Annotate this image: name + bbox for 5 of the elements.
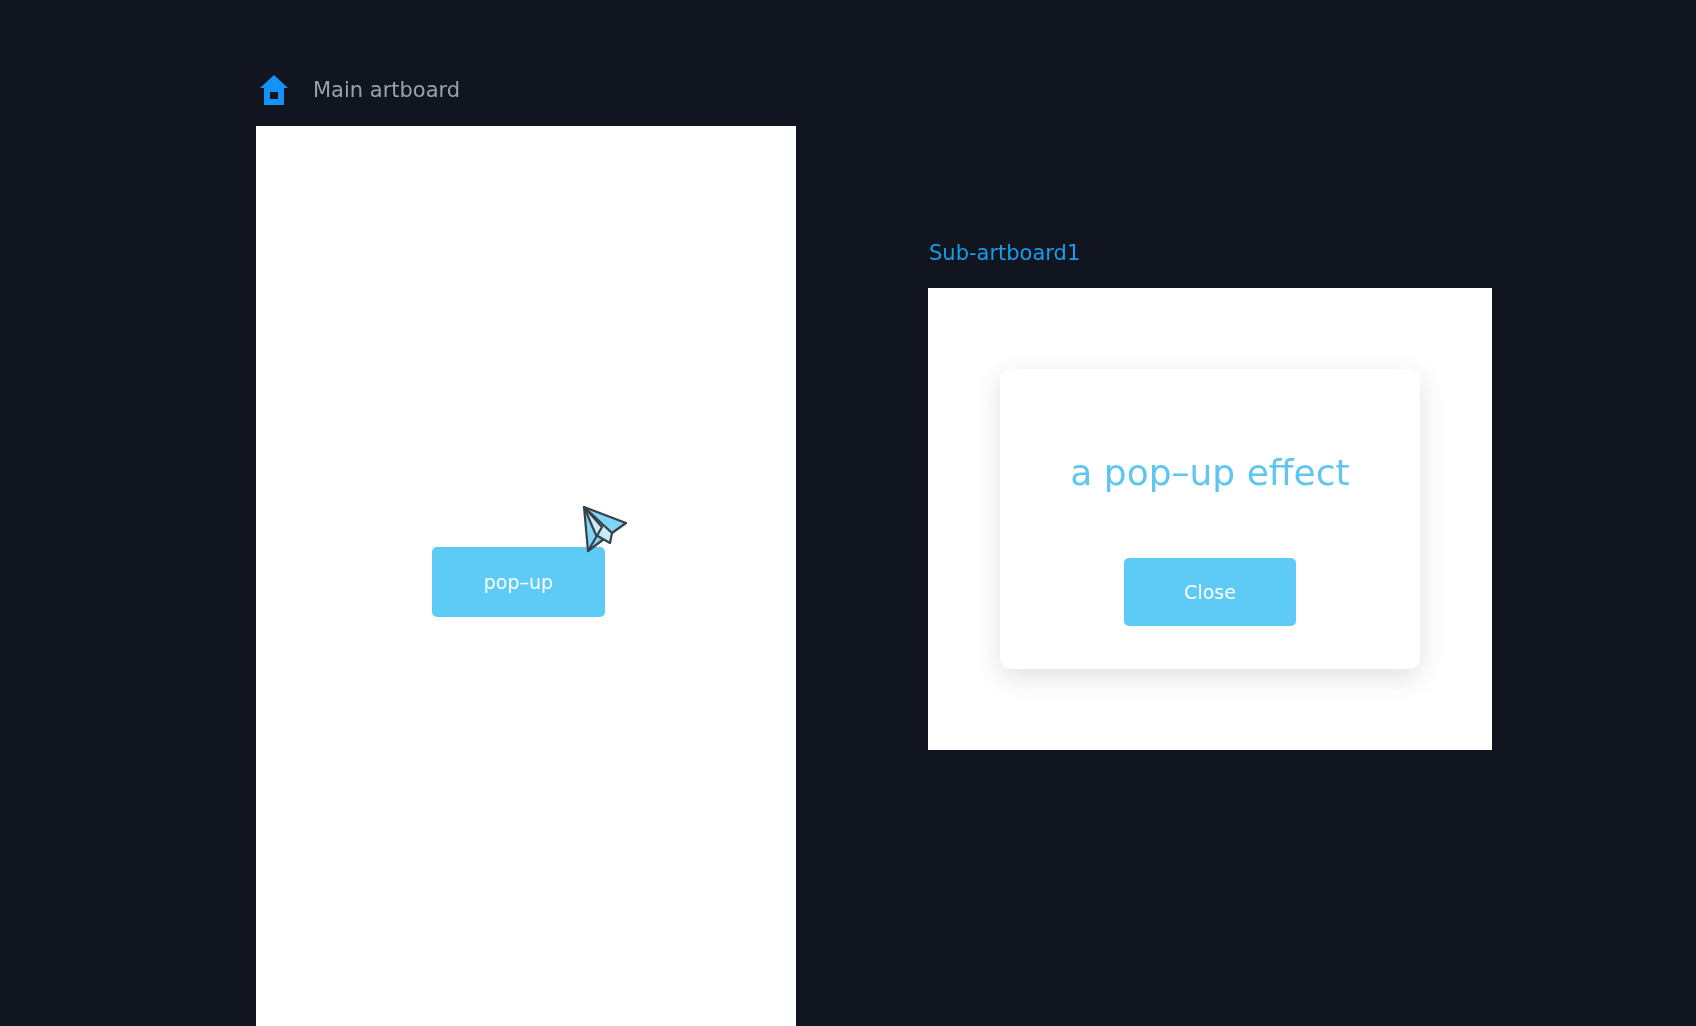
- artboard-title[interactable]: Sub-artboard1: [929, 241, 1081, 265]
- artboard-title[interactable]: Main artboard: [313, 78, 461, 102]
- dialog-heading: a pop–up effect: [1070, 451, 1350, 495]
- home-icon[interactable]: [260, 75, 288, 105]
- paper-plane-cursor-icon: [582, 505, 628, 553]
